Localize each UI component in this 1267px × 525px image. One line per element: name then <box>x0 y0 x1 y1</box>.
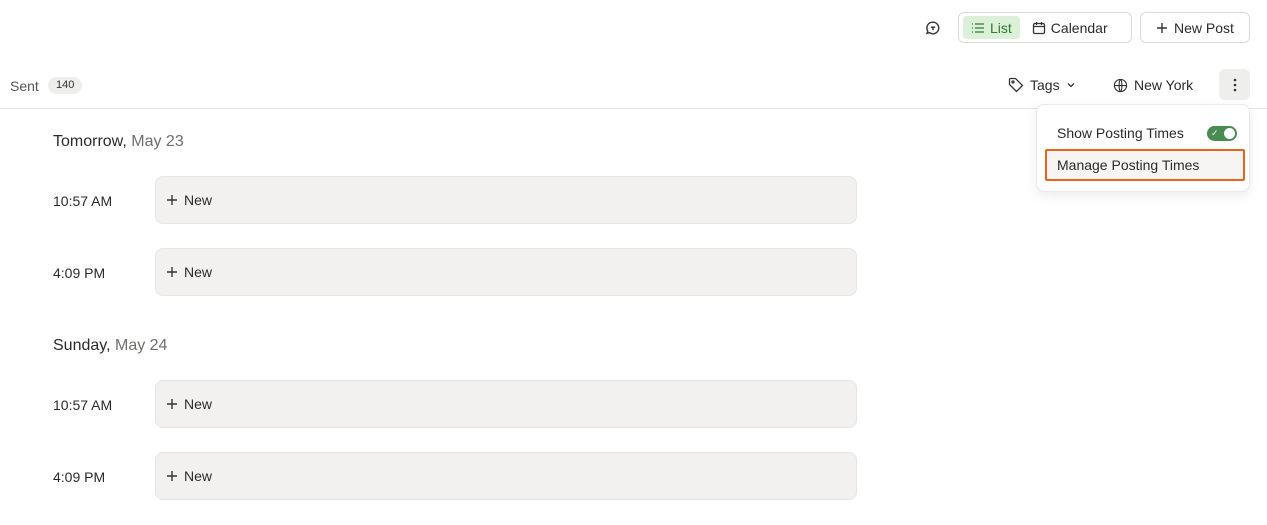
slot-action-label: New <box>184 468 213 484</box>
tags-filter-button[interactable]: Tags <box>1008 74 1076 96</box>
show-posting-times-toggle[interactable]: ✓ <box>1207 126 1237 141</box>
manage-posting-times-item[interactable]: Manage Posting Times <box>1045 149 1245 181</box>
globe-icon <box>1113 78 1128 93</box>
new-post-slot[interactable]: New <box>155 380 857 428</box>
new-post-slot[interactable]: New <box>155 452 857 500</box>
view-toggle: List Calendar <box>958 12 1132 43</box>
plus-icon <box>166 266 178 278</box>
slot-action-label: New <box>184 192 213 208</box>
new-post-slot[interactable]: New <box>155 176 857 224</box>
sent-count-badge: 140 <box>48 77 83 94</box>
sent-tab-label[interactable]: Sent <box>10 78 39 94</box>
timezone-label: New York <box>1134 77 1194 93</box>
day-weekday: Tomorrow, <box>53 133 127 150</box>
day-heading: Tomorrow, May 23 <box>53 133 184 151</box>
show-posting-times-label: Show Posting Times <box>1057 125 1184 141</box>
more-options-menu: Show Posting Times ✓ Manage Posting Time… <box>1036 104 1250 192</box>
show-posting-times-item[interactable]: Show Posting Times ✓ <box>1045 117 1245 149</box>
top-bar: List Calendar New Post <box>0 0 1267 56</box>
more-options-button[interactable] <box>1219 69 1250 100</box>
plus-icon <box>166 194 178 206</box>
chat-feedback-icon <box>925 20 941 36</box>
view-calendar-label: Calendar <box>1050 19 1108 36</box>
slot-time: 4:09 PM <box>53 265 106 281</box>
feedback-button[interactable] <box>920 16 946 40</box>
new-post-button[interactable]: New Post <box>1140 12 1250 43</box>
calendar-icon <box>1032 21 1046 35</box>
plus-icon <box>166 470 178 482</box>
tags-label: Tags <box>1030 77 1060 93</box>
slot-time: 10:57 AM <box>53 397 113 413</box>
slot-time: 4:09 PM <box>53 469 106 485</box>
toggle-knob <box>1224 128 1235 139</box>
app-root: List Calendar New Post Sent 140 Tags New… <box>0 0 1267 525</box>
slot-time: 10:57 AM <box>53 193 113 209</box>
day-date: May 23 <box>131 133 184 150</box>
slot-action-label: New <box>184 396 213 412</box>
slot-action-label: New <box>184 264 213 280</box>
vertical-dots-icon <box>1233 78 1237 92</box>
plus-icon <box>166 398 178 410</box>
tag-icon <box>1008 77 1024 93</box>
day-heading: Sunday, May 24 <box>53 337 167 355</box>
new-post-slot[interactable]: New <box>155 248 857 296</box>
plus-icon <box>1156 22 1168 34</box>
view-calendar-tab[interactable]: Calendar <box>1024 16 1116 39</box>
timezone-button[interactable]: New York <box>1113 74 1193 96</box>
new-post-label: New Post <box>1174 19 1234 36</box>
list-icon <box>971 22 985 34</box>
day-weekday: Sunday, <box>53 337 111 354</box>
view-list-label: List <box>990 19 1012 36</box>
chevron-down-icon <box>1066 80 1076 90</box>
filter-bar: Sent 140 Tags New York <box>0 66 1267 109</box>
check-icon: ✓ <box>1211 128 1219 138</box>
view-list-tab[interactable]: List <box>963 16 1020 39</box>
manage-posting-times-label: Manage Posting Times <box>1057 157 1200 173</box>
day-date: May 24 <box>114 337 168 354</box>
